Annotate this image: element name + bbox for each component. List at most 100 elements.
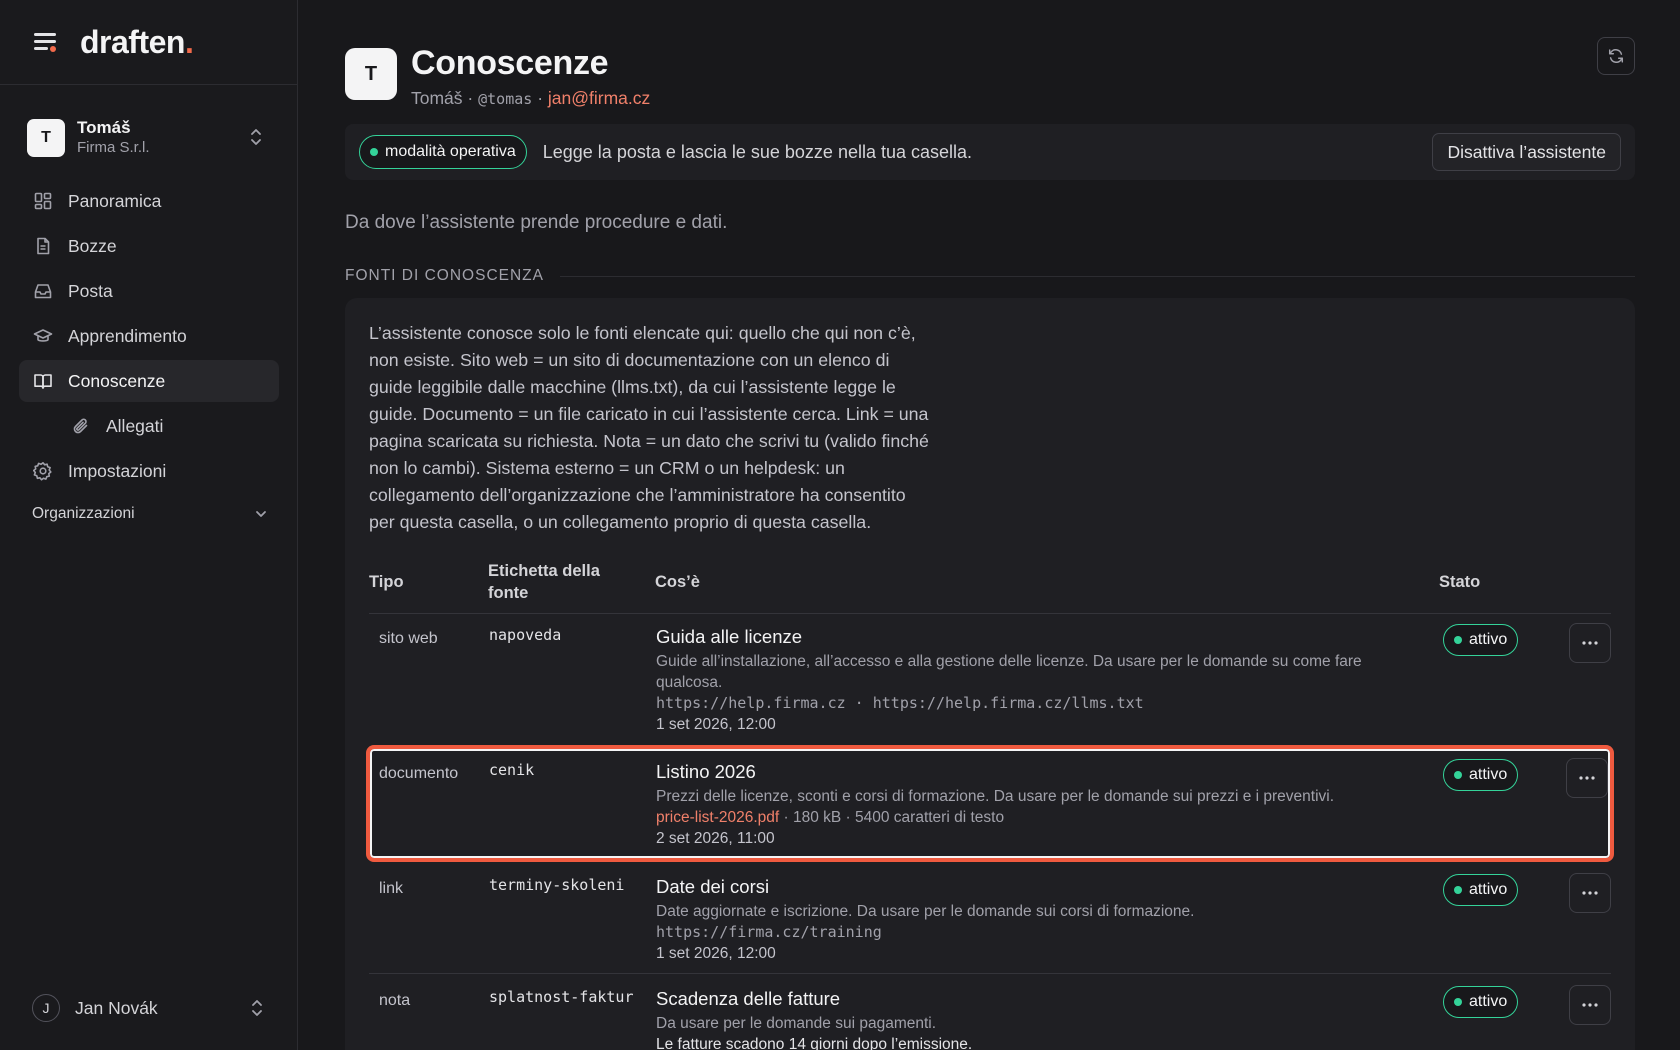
more-horizontal-icon [1579,776,1595,780]
user-name: Jan Novák [75,997,158,1018]
book-icon [34,374,52,389]
source-url: https://firma.cz/training [656,923,882,941]
section-header: FONTI DI CONOSCENZA [345,267,1635,285]
page-header: T Conoscenze Tomáš · @tomas · jan@firma.… [345,44,650,109]
sidebar-item-label: Panoramica [68,190,162,211]
document-icon [37,237,50,255]
table-row[interactable]: sito web napoveda Guida alle licenze Gui… [369,614,1611,747]
account-avatar: T [27,119,65,157]
sources-description: L’assistente conosce solo le fonti elenc… [369,323,929,532]
dashboard-icon [34,192,52,210]
file-link[interactable]: price-list-2026.pdf [656,809,779,826]
page-title: Conoscenze [411,44,609,82]
sidebar: draften. T Tomáš Firma S.r.l. Panoramica… [0,0,298,1050]
mailbox-avatar: T [345,48,397,100]
row-menu-button[interactable] [1569,873,1611,913]
owner-name: Tomáš [411,88,463,108]
organizations-toggle[interactable]: Organizzazioni [32,505,268,523]
owner-email[interactable]: jan@firma.cz [548,88,650,108]
source-type: nota [379,992,411,1009]
inbox-icon [34,284,52,299]
user-avatar: J [32,994,60,1022]
source-title: Listino 2026 [656,761,756,782]
sidebar-item-conoscenze[interactable]: Conoscenze [19,360,279,402]
sidebar-item-label: Impostazioni [68,460,167,481]
sidebar-header: draften. [0,0,297,85]
mailbox-info: Tomáš · @tomas · jan@firma.cz [411,88,651,108]
sidebar-item-label: Conoscenze [68,370,166,391]
user-menu[interactable]: J Jan Novák [32,993,268,1023]
source-date: 1 set 2026, 12:00 [656,716,776,733]
row-menu-button[interactable] [1566,758,1608,798]
chevron-down-icon [256,511,266,517]
paperclip-icon [73,418,88,434]
status-text: Legge la posta e lascia le sue bozze nel… [542,141,973,162]
status-dot [1454,886,1462,894]
status-dot [1454,771,1462,779]
status-dot [370,148,378,156]
sidebar-item-impostazioni[interactable]: Impostazioni [19,450,279,492]
sidebar-item-bozze[interactable]: Bozze [19,225,279,267]
status-badge: attivo [1443,759,1519,791]
status-badge: attivo [1443,874,1519,906]
source-details: Scadenza delle fatture Da usare per le d… [656,987,1416,1050]
source-type: sito web [379,630,438,647]
source-type: documento [379,765,459,782]
gear-icon [33,462,52,481]
status-badge: attivo [1443,986,1519,1018]
sidebar-item-allegati[interactable]: Allegati [19,405,279,447]
table-row-highlighted[interactable]: documento cenik Listino 2026 Prezzi dell… [366,745,1614,862]
more-horizontal-icon [1582,641,1598,645]
account-switcher[interactable]: T Tomáš Firma S.r.l. [27,115,273,161]
sidebar-item-posta[interactable]: Posta [19,270,279,312]
source-date: 1 set 2026, 12:00 [656,945,776,962]
account-org: Firma S.r.l. [77,139,150,156]
sidebar-item-label: Posta [68,280,113,301]
source-type: link [379,880,404,897]
source-description: Da usare per le domande sui pagamenti. [656,1015,937,1032]
graduation-cap-icon [33,329,53,342]
sidebar-item-label: Bozze [68,235,117,256]
source-title: Guida alle licenze [656,626,803,647]
refresh-icon [1608,49,1624,63]
source-title: Date dei corsi [656,876,770,897]
column-header-label: Etichetta della fonte [488,562,600,602]
chevron-up-down-icon [251,129,261,145]
row-menu-button[interactable] [1569,985,1611,1025]
sidebar-item-label: Apprendimento [68,325,187,346]
source-details: Listino 2026 Prezzi delle licenze, scont… [656,760,1416,850]
source-file-info: price-list-2026.pdf · 180 kB · 5400 cara… [656,809,1005,826]
column-header-state: Stato [1439,573,1481,591]
mode-badge: modalità operativa [359,135,527,169]
status-dot [1454,636,1462,644]
menu-icon[interactable] [32,30,60,54]
table-header: Tipo Etichetta della fonte Cos’è Stato [369,560,1611,614]
refresh-button[interactable] [1597,37,1635,75]
source-title: Scadenza delle fatture [656,988,841,1009]
column-header-type: Tipo [369,573,404,591]
divider [559,275,1635,277]
status-dot [1454,998,1462,1006]
table-row[interactable]: nota splatnost-faktur Scadenza delle fat… [369,974,1611,1050]
source-label: splatnost-faktur [489,988,634,1006]
source-description: Date aggiornate e iscrizione. Da usare p… [656,903,1195,920]
source-url: https://help.firma.cz · https://help.fir… [656,694,1144,712]
knowledge-sources-card: L’assistente conosce solo le fonti elenc… [345,298,1635,1050]
deactivate-assistant-button[interactable]: Disattiva l’assistente [1432,133,1621,171]
source-description: Prezzi delle licenze, sconti e corsi di … [656,788,1335,805]
sidebar-item-label: Allegati [106,415,164,436]
note-content: Le fatture scadono 14 giorni dopo l’emis… [656,1036,973,1050]
source-label: terminy-skoleni [489,876,625,894]
app-logo[interactable]: draften. [80,24,194,61]
organizations-label: Organizzazioni [32,505,135,522]
more-horizontal-icon [1582,1003,1598,1007]
sidebar-item-apprendimento[interactable]: Apprendimento [19,315,279,357]
source-description: Guide all’installazione, all’accesso e a… [656,653,1362,691]
account-name: Tomáš [77,118,131,137]
owner-handle: @tomas [478,90,533,108]
table-row[interactable]: link terminy-skoleni Date dei corsi Date… [369,862,1611,974]
sidebar-item-panoramica[interactable]: Panoramica [19,180,279,222]
assistant-status-bar: modalità operativa Legge la posta e lasc… [345,124,1635,180]
row-menu-button[interactable] [1569,623,1611,663]
source-label: napoveda [489,626,562,644]
